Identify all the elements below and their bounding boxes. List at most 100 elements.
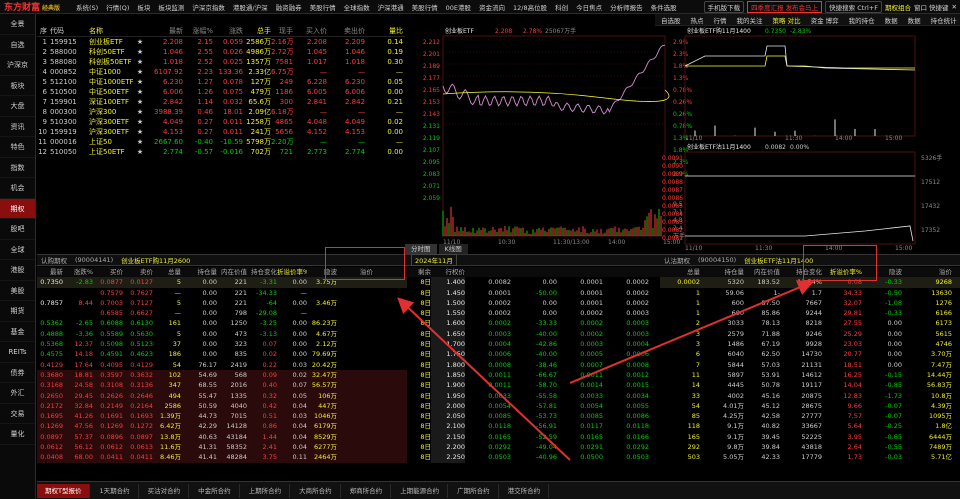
quote-column-header[interactable]: 现手 xyxy=(271,26,293,36)
strike-row[interactable]: 8日 1.950 0.0033 -55.58 0.0033 0.0034 xyxy=(407,391,660,401)
sidebar-item[interactable]: 自选 xyxy=(0,35,35,56)
strike-row[interactable]: 8日 1.550 0.0002 0.00 0.0002 0.0003 xyxy=(407,308,660,318)
call-option-row[interactable]: 0.7857 8.44 0.7003 0.7127 5 0.00 221 -64 0.00 3.4… xyxy=(37,298,407,308)
quote-column-header[interactable]: 买入价 xyxy=(293,26,327,36)
put-option-row[interactable]: 14 4445 50.78 19117 14.04 -0.85 56.83万 xyxy=(660,380,960,390)
strike-row[interactable]: 8日 1.700 0.0004 -42.86 0.0003 0.0004 xyxy=(407,339,660,349)
bottom-tab[interactable]: 上期所合约 xyxy=(241,484,291,498)
sidebar-item[interactable]: 全景 xyxy=(0,14,35,35)
menu-item[interactable]: 分析师报告 xyxy=(606,2,647,12)
call-column-header[interactable]: 折溢价率% xyxy=(277,267,307,277)
options-combo-link[interactable]: 期权组合 xyxy=(885,2,911,12)
menu-item[interactable]: 条件选股 xyxy=(647,2,681,12)
window-shortcut[interactable]: 窗口 快捷键 xyxy=(914,2,949,12)
quote-row[interactable]: 12 510050 上证50ETF ★ 2.774 -0.57 -0.016 702万 721 2… xyxy=(37,147,405,157)
put-option-row[interactable]: 11 5897 53.91 14612 16.25 -0.15 14.44万 xyxy=(660,370,960,380)
menu-item[interactable]: 沪深京指数 xyxy=(188,2,229,12)
bottom-tab[interactable]: 大商所合约 xyxy=(291,484,341,498)
menu-item[interactable]: 美股行情 xyxy=(408,2,442,12)
sidebar-item[interactable]: 板块 xyxy=(0,76,35,97)
mobile-download-button[interactable]: 手机版下载 xyxy=(704,1,745,13)
expiry-select[interactable]: 2024年11月 xyxy=(411,254,457,266)
call-option-row[interactable]: 0.2172 32.84 0.2149 0.2164 2586 50.59 4040 0.42… xyxy=(37,401,407,411)
call-option-row[interactable]: 0.2650 29.45 0.2626 0.2646 494 55.47 1335 0.32 0… xyxy=(37,391,407,401)
bottom-tab[interactable]: 广期所合约 xyxy=(449,484,499,498)
strike-row[interactable]: 8日 1.600 0.0002 -33.33 0.0002 0.0003 xyxy=(407,318,660,328)
call-column-header[interactable]: 总量 xyxy=(153,267,181,277)
put-column-header[interactable]: 持仓量 xyxy=(700,267,744,277)
call-option-row[interactable]: 0.1695 41.26 0.1691 0.1693 1.39万 44.73 7015 0.5… xyxy=(37,411,407,421)
quote-row[interactable]: 8 000300 沪深300 ★ 3988.39 0.46 18.01 2.09亿 6.18万 —… xyxy=(37,107,405,117)
put-option-row[interactable]: 85 4.25万 42.58 27777 7.57 -0.07 1095万 xyxy=(660,411,960,421)
chart-tab[interactable]: K线图 xyxy=(439,244,468,254)
quote-column-header[interactable] xyxy=(133,26,147,36)
menu-item[interactable]: 沪深港通 xyxy=(374,2,408,12)
call-column-header[interactable]: 涨跌% xyxy=(63,267,93,277)
menu-item[interactable]: 系统(S) xyxy=(72,2,102,12)
quick-search-input[interactable]: 快捷搜索 Ctrl+F xyxy=(825,1,882,13)
toolbar2-item[interactable]: 行情 xyxy=(714,15,727,25)
bottom-tab[interactable]: 期权T型报价 xyxy=(37,484,90,498)
toolbar2-item[interactable]: 我的关注 xyxy=(737,15,763,25)
call-option-row[interactable]: 0.5368 12.37 0.5098 0.5123 37 0.00 323 0.07 0.00… xyxy=(37,339,407,349)
menu-item[interactable]: 融资融券 xyxy=(272,2,306,12)
sidebar-item[interactable]: 外汇 xyxy=(0,383,35,404)
put-option-row[interactable]: 1 59.06 1- 1.7 34.33 -0.50 13630 xyxy=(660,288,960,298)
strike-column-header[interactable]: 剩余 xyxy=(407,267,431,277)
put-option-row[interactable]: 6 6040 62.50 14730 20.77 0.00 3.70万 xyxy=(660,349,960,359)
call-column-header[interactable]: 持仓量 xyxy=(181,267,217,277)
quote-column-header[interactable]: 总手 xyxy=(243,26,271,36)
menu-item[interactable]: 今日焦点 xyxy=(572,2,606,12)
sidebar-item[interactable]: 资讯 xyxy=(0,117,35,138)
menu-item[interactable]: 00E港股 xyxy=(442,2,475,12)
menu-item[interactable]: 板块监测 xyxy=(154,2,188,12)
call-option-row[interactable]: 0.3680 18.81 0.3597 0.3632 102 54.69 568 0.09 0.… xyxy=(37,370,407,380)
quote-row[interactable]: 7 159901 深证100ETF ★ 2.842 1.14 0.032 65.6万 300 2.… xyxy=(37,97,405,107)
chart-tab[interactable]: 分时图 xyxy=(405,244,437,254)
quote-column-header[interactable]: 最新 xyxy=(147,26,183,36)
toolbar2-item[interactable]: 热点 xyxy=(691,15,704,25)
put-option-row[interactable]: 33 4002 45.16 20875 12.83 -1.73 10.8万 xyxy=(660,391,960,401)
bottom-tab[interactable]: 郑商所合约 xyxy=(342,484,392,498)
call-option-row[interactable]: 0.0897 57.37 0.0896 0.0897 13.8万 40.63 43184 1.… xyxy=(37,432,407,442)
strike-row[interactable]: 8日 2.200 0.0292 -49.04 0.0291 0.0292 xyxy=(407,442,660,452)
call-column-header[interactable]: 内在价值 xyxy=(217,267,247,277)
menu-item[interactable]: 资金流向 xyxy=(475,2,509,12)
put-column-header[interactable]: 内在价值 xyxy=(744,267,780,277)
quote-column-header[interactable]: 涨幅% xyxy=(183,26,213,36)
sidebar-item[interactable]: 期权 xyxy=(0,199,35,220)
toolbar2-item[interactable]: 策略 对比 xyxy=(773,15,801,25)
menu-item[interactable]: 科创 xyxy=(551,2,572,12)
call-column-header[interactable]: 买价 xyxy=(93,267,123,277)
close-icon[interactable]: ✕ xyxy=(952,3,957,11)
sidebar-item[interactable]: 股吧 xyxy=(0,219,35,240)
strike-row[interactable]: 8日 1.400 0.0082 0.00 0.0001 0.0002 xyxy=(407,277,660,287)
put-option-row[interactable]: 2 3033 78.13 8218 27.55 0.00 6173 xyxy=(660,318,960,328)
quote-column-header[interactable]: 代码 xyxy=(47,26,89,36)
strike-row[interactable]: 8日 2.250 0.0503 -40.96 0.0500 0.0503 xyxy=(407,452,660,462)
sidebar-item[interactable]: 沪深京 xyxy=(0,55,35,76)
bottom-tab[interactable]: 1天期合约 xyxy=(91,484,138,498)
call-option-row[interactable]: 0.1269 47.56 0.1269 0.1272 6.42万 42.29 14128 0.… xyxy=(37,421,407,431)
call-option-row[interactable]: 0.0612 56.12 0.0612 0.0613 11.6万 41.31 58352 2.… xyxy=(37,442,407,452)
toolbar2-item[interactable]: 持仓统计 xyxy=(931,15,957,25)
menu-item[interactable]: 行情(Q) xyxy=(102,2,133,12)
strike-column-header[interactable]: 行权价 xyxy=(431,267,465,277)
sidebar-item[interactable]: 美股 xyxy=(0,281,35,302)
call-option-row[interactable]: 0.4888 -3.36 0.5589 0.5630 5 0.00 473 -3.13 0.00… xyxy=(37,329,407,339)
sidebar-item[interactable]: REITs xyxy=(0,342,35,363)
sidebar-item[interactable]: 期货 xyxy=(0,301,35,322)
quote-column-header[interactable]: 量比 xyxy=(365,26,403,36)
app-logo[interactable]: 东方财富 经典版 xyxy=(0,0,72,13)
quote-row[interactable]: 2 588000 科创50ETF ★ 1.046 2.55 0.026 4986万 2.72万 1… xyxy=(37,47,405,57)
sidebar-item[interactable]: 债券 xyxy=(0,363,35,384)
menu-item[interactable]: 港股通/沪深 xyxy=(229,2,272,12)
strike-row[interactable]: 8日 2.100 0.0118 -56.91 0.0117 0.0118 xyxy=(407,421,660,431)
menu-item[interactable]: 全球指数 xyxy=(340,2,374,12)
put-option-row[interactable]: 7 5844 57.03 21131 18.51 0.00 7.47万 xyxy=(660,360,960,370)
menu-item[interactable]: 板块 xyxy=(133,2,154,12)
put-column-header[interactable]: 总量 xyxy=(660,267,700,277)
toolbar2-item[interactable]: 数据 xyxy=(908,15,921,25)
quote-row[interactable]: 6 510500 中证500ETF ★ 6.006 1.26 0.075 479万 1186 6.… xyxy=(37,87,405,97)
sidebar-item[interactable]: 大盘 xyxy=(0,96,35,117)
